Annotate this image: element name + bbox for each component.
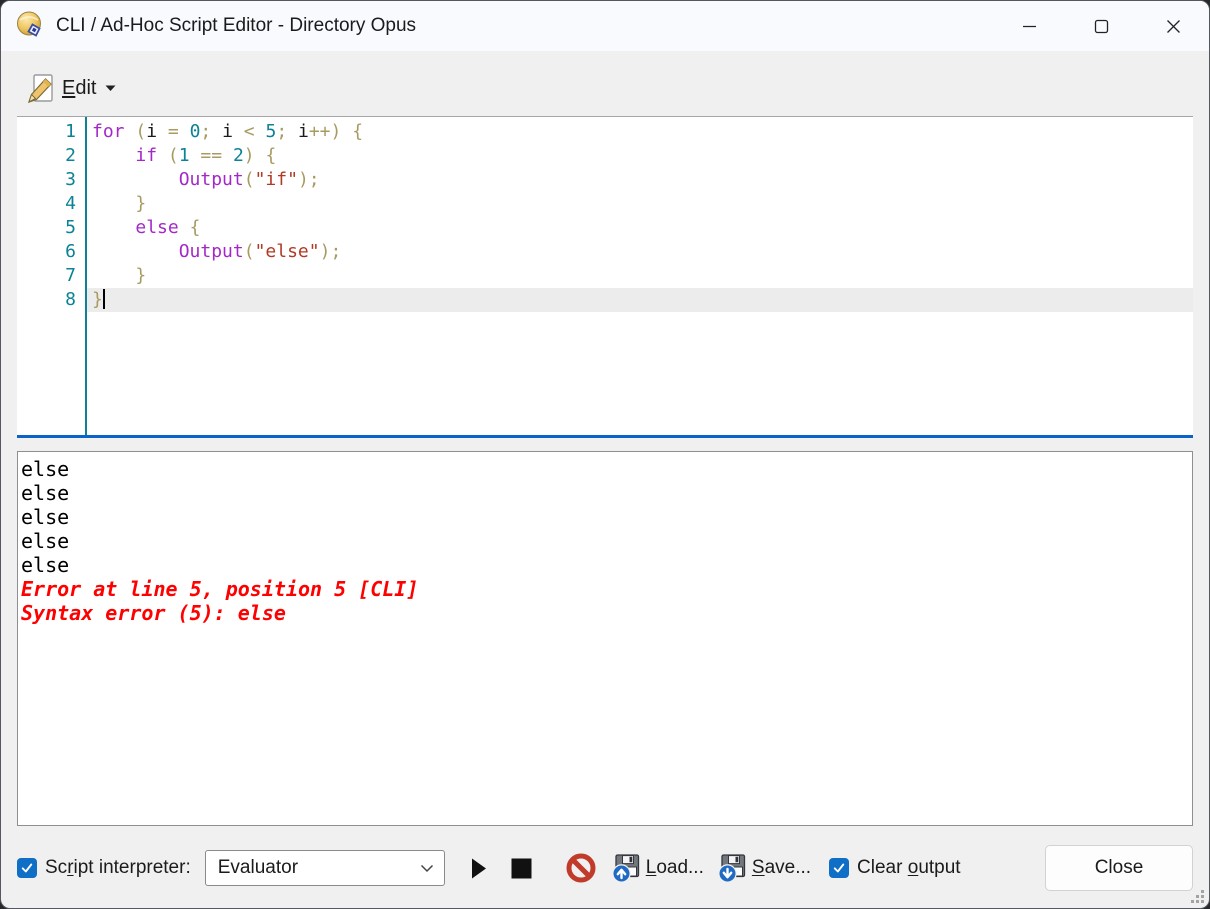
- edit-menu-button[interactable]: Edit: [17, 69, 124, 109]
- stop-script-button[interactable]: [511, 858, 532, 879]
- line-number: 4: [17, 192, 85, 216]
- check-icon: [20, 861, 34, 875]
- editor-code[interactable]: for (i = 0; i < 5; i++) { if (1 == 2) { …: [87, 117, 1193, 435]
- play-icon: [471, 858, 487, 879]
- directory-opus-logo-icon: [15, 11, 45, 41]
- bottom-toolbar: Script interpreter: Evaluator: [1, 826, 1209, 909]
- output-error-line: Syntax error (5): else: [21, 601, 1186, 625]
- save-button-label: Save...: [752, 857, 811, 879]
- line-number: 3: [17, 168, 85, 192]
- load-button-label: Load...: [646, 857, 704, 879]
- code-line[interactable]: else {: [87, 216, 1193, 240]
- chevron-down-icon: [420, 864, 434, 873]
- script-interpreter-checkbox-group[interactable]: Script interpreter:: [17, 857, 191, 879]
- titlebar[interactable]: CLI / Ad-Hoc Script Editor - Directory O…: [1, 1, 1209, 51]
- save-button[interactable]: Save...: [718, 854, 811, 883]
- line-number: 6: [17, 240, 85, 264]
- maximize-icon: [1094, 19, 1109, 34]
- code-line[interactable]: }: [87, 192, 1193, 216]
- minimize-icon: [1022, 19, 1037, 34]
- run-script-button[interactable]: [471, 858, 487, 879]
- script-interpreter-checkbox[interactable]: [17, 858, 37, 878]
- code-line[interactable]: }: [87, 264, 1193, 288]
- output-line: else: [21, 529, 1186, 553]
- code-line[interactable]: Output("if");: [87, 168, 1193, 192]
- edit-menu-label: Edit: [62, 77, 96, 100]
- window-title: CLI / Ad-Hoc Script Editor - Directory O…: [56, 15, 416, 37]
- line-number: 8: [17, 288, 85, 312]
- close-window-button[interactable]: [1137, 1, 1209, 51]
- minimize-button[interactable]: [993, 1, 1065, 51]
- close-button-label: Close: [1095, 857, 1144, 879]
- clear-output-label: Clear output: [857, 857, 961, 879]
- script-interpreter-label: Script interpreter:: [45, 857, 191, 879]
- caret-down-icon: [105, 85, 116, 92]
- line-number: 1: [17, 120, 85, 144]
- line-number: 5: [17, 216, 85, 240]
- code-line[interactable]: }: [87, 288, 1193, 312]
- output-line: else: [21, 457, 1186, 481]
- clear-output-checkbox[interactable]: [829, 858, 849, 878]
- code-line[interactable]: if (1 == 2) {: [87, 144, 1193, 168]
- output-panel[interactable]: elseelseelseelseelseError at line 5, pos…: [17, 451, 1193, 826]
- clear-output-checkbox-group[interactable]: Clear output: [829, 857, 961, 879]
- no-entry-icon: [566, 853, 596, 883]
- editor-gutter: 12345678: [17, 117, 87, 435]
- line-number: 7: [17, 264, 85, 288]
- script-editor-window: CLI / Ad-Hoc Script Editor - Directory O…: [0, 0, 1210, 909]
- interpreter-select[interactable]: Evaluator: [205, 850, 445, 886]
- text-cursor: [103, 289, 105, 309]
- load-button[interactable]: Load...: [612, 854, 704, 883]
- menubar: Edit: [1, 51, 1209, 116]
- save-floppy-icon: [718, 854, 747, 883]
- load-floppy-icon: [612, 854, 641, 883]
- close-icon: [1166, 19, 1181, 34]
- maximize-button[interactable]: [1065, 1, 1137, 51]
- output-line: else: [21, 553, 1186, 577]
- code-line[interactable]: Output("else");: [87, 240, 1193, 264]
- edit-pencil-icon: [25, 73, 55, 105]
- close-button[interactable]: Close: [1045, 845, 1193, 891]
- stop-icon: [511, 858, 532, 879]
- code-editor[interactable]: 12345678 for (i = 0; i < 5; i++) { if (1…: [17, 116, 1193, 438]
- check-icon: [832, 861, 846, 875]
- output-error-line: Error at line 5, position 5 [CLI]: [21, 577, 1186, 601]
- window-controls: [993, 1, 1209, 51]
- output-line: else: [21, 505, 1186, 529]
- interpreter-selected-value: Evaluator: [218, 857, 420, 879]
- resize-grip[interactable]: [1190, 889, 1205, 904]
- output-line: else: [21, 481, 1186, 505]
- abort-button[interactable]: [566, 853, 596, 883]
- line-number: 2: [17, 144, 85, 168]
- code-line[interactable]: for (i = 0; i < 5; i++) {: [87, 120, 1193, 144]
